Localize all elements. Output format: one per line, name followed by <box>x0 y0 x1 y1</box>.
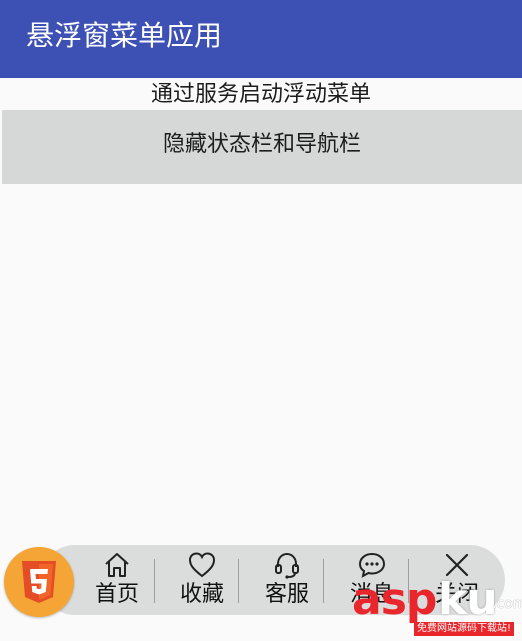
app-bar-title: 悬浮窗菜单应用 <box>26 19 223 52</box>
menu-item-label: 客服 <box>264 582 309 607</box>
start-float-menu-button[interactable]: 通过服务启动浮动菜单 <box>0 78 522 110</box>
heart-icon <box>188 552 216 578</box>
menu-item-favorites[interactable]: 收藏 <box>160 545 244 615</box>
app-bar: 悬浮窗菜单应用 <box>0 0 522 78</box>
site-watermark: asp ku .com 免费网站源码下载站! <box>352 574 522 640</box>
headset-icon <box>275 552 299 579</box>
menu-item-label: 收藏 <box>179 582 224 607</box>
watermark-brand-asp: asp <box>352 574 437 625</box>
home-icon <box>105 553 129 577</box>
menu-divider <box>323 559 324 603</box>
floating-menu-toggle[interactable] <box>4 547 74 617</box>
app-screen: 悬浮窗菜单应用 通过服务启动浮动菜单 隐藏状态栏和导航栏 首页 收藏 客服 消息… <box>0 0 522 641</box>
menu-divider <box>238 559 239 603</box>
watermark-brand-ku: ku <box>438 574 498 625</box>
html5-logo-icon <box>22 561 56 603</box>
watermark-slogan: 免费网站源码下载站! <box>414 622 515 636</box>
menu-divider <box>154 559 155 603</box>
hide-system-bars-button[interactable]: 隐藏状态栏和导航栏 <box>2 110 522 184</box>
menu-item-label: 首页 <box>94 582 139 607</box>
watermark-domain: .com <box>492 596 522 612</box>
menu-item-customer-service[interactable]: 客服 <box>245 545 329 615</box>
menu-item-home[interactable]: 首页 <box>75 545 159 615</box>
